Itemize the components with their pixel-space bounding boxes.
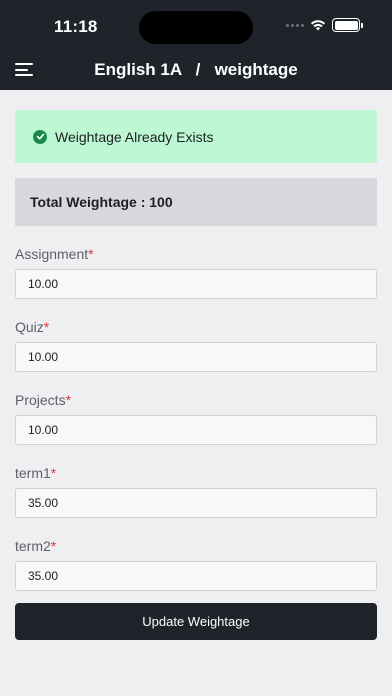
update-weightage-button[interactable]: Update Weightage [15, 603, 377, 640]
alert-text: Weightage Already Exists [55, 128, 214, 145]
dynamic-island [139, 11, 253, 44]
weightage-form: Weightage Already Exists Total Weightage… [15, 110, 377, 591]
wifi-icon [310, 20, 326, 31]
status-time: 11:18 [54, 17, 98, 36]
required-marker: * [43, 319, 50, 335]
term1-input[interactable]: 35.00 [15, 488, 377, 518]
total-weightage: Total Weightage : 100 [15, 178, 377, 226]
app-header: 11:18 English 1A / weightage [0, 0, 392, 90]
field-label: Projects* [15, 392, 72, 408]
required-marker: * [50, 538, 57, 554]
cellular-signal-icon [286, 23, 304, 27]
course-name: English 1A [94, 60, 182, 79]
field-term1: term1* 35.00 [15, 465, 377, 518]
success-alert: Weightage Already Exists [15, 110, 377, 163]
field-label: term2* [15, 538, 57, 554]
quiz-input[interactable]: 10.00 [15, 342, 377, 372]
required-marker: * [65, 392, 72, 408]
check-circle-icon [33, 129, 47, 144]
projects-input[interactable]: 10.00 [15, 415, 377, 445]
total-weightage-text: Total Weightage : 100 [30, 194, 173, 210]
term2-input[interactable]: 35.00 [15, 561, 377, 591]
field-assignment: Assignment* 10.00 [15, 246, 377, 299]
status-icons [286, 18, 363, 32]
page-name: weightage [214, 60, 298, 79]
required-marker: * [88, 246, 94, 262]
page-title: English 1A / weightage [0, 60, 392, 80]
field-label: Quiz* [15, 319, 50, 335]
assignment-input[interactable]: 10.00 [15, 269, 377, 299]
battery-icon [332, 18, 363, 32]
field-quiz: Quiz* 10.00 [15, 319, 377, 372]
title-separator: / [195, 60, 201, 79]
field-projects: Projects* 10.00 [15, 392, 377, 445]
field-term2: term2* 35.00 [15, 538, 377, 591]
field-label: Assignment* [15, 246, 94, 262]
required-marker: * [50, 465, 57, 481]
field-label: term1* [15, 465, 57, 481]
